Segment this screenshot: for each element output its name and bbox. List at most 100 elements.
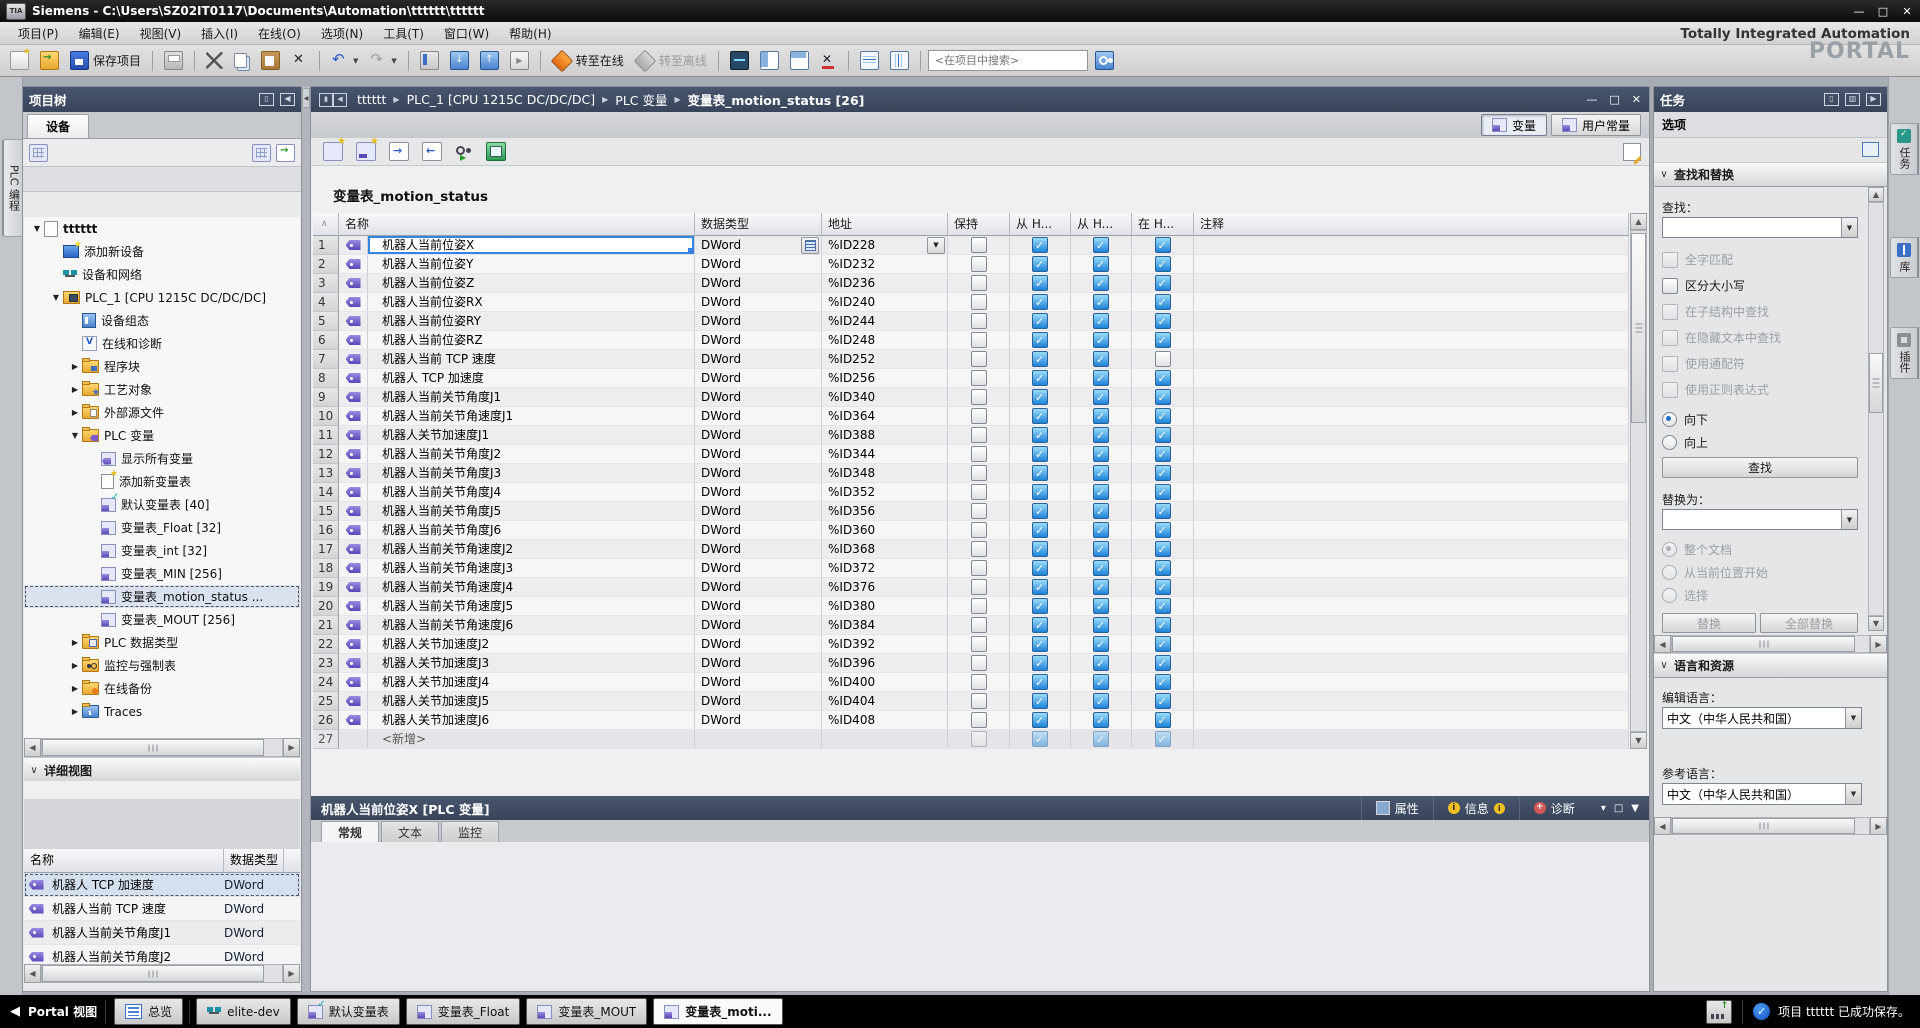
comment-cell[interactable] xyxy=(1194,350,1629,369)
from-hmi-checkbox[interactable] xyxy=(1032,674,1048,690)
address-cell[interactable]: %ID240 xyxy=(822,293,948,312)
breadcrumb-item-1[interactable]: PLC_1 [CPU 1215C DC/DC/DC] xyxy=(407,92,596,107)
from-hmi-2-checkbox[interactable] xyxy=(1093,256,1109,272)
taskbar-button-3[interactable]: 变量表_Float xyxy=(406,998,521,1025)
tree-item-2[interactable]: 设备和网络 xyxy=(24,263,300,286)
tag-name-cell[interactable]: 机器人当前 TCP 速度 xyxy=(368,350,695,369)
tree-item-14[interactable]: 变量表_int [32] xyxy=(24,539,300,562)
table-row[interactable]: 8机器人 TCP 加速度DWord%ID256 xyxy=(313,369,1629,388)
from-hmi-checkbox[interactable] xyxy=(1032,655,1048,671)
editor-close-icon[interactable]: ✕ xyxy=(1632,93,1641,106)
retain-checkbox[interactable] xyxy=(971,731,987,747)
datatype-cell[interactable]: DWord xyxy=(695,369,822,388)
address-cell[interactable]: %ID248 xyxy=(822,331,948,350)
tag-name-cell[interactable]: 机器人当前关节角度J5 xyxy=(368,502,695,521)
in-hmi-checkbox[interactable] xyxy=(1155,655,1171,671)
retain-checkbox[interactable] xyxy=(971,427,987,443)
tree-item-13[interactable]: 变量表_Float [32] xyxy=(24,516,300,539)
datatype-cell[interactable]: DWord xyxy=(695,388,822,407)
reference-language-select[interactable]: 中文（中华人民共和国） ▼ xyxy=(1662,783,1862,805)
tree-item-4[interactable]: 设备组态 xyxy=(24,309,300,332)
tag-name-cell[interactable]: 机器人当前关节角速度J2 xyxy=(368,540,695,559)
tree-item-18[interactable]: ▶PLC 数据类型 xyxy=(24,631,300,654)
tree-item-21[interactable]: ▶Traces xyxy=(24,700,300,723)
show-properties-icon[interactable] xyxy=(1706,1000,1732,1024)
in-hmi-checkbox[interactable] xyxy=(1155,370,1171,386)
scroll-left-icon[interactable]: ◀ xyxy=(24,738,41,757)
datatype-cell[interactable]: DWord xyxy=(695,521,822,540)
portal-view-button[interactable]: ◀ Portal 视图 xyxy=(10,1003,97,1020)
open-project-button[interactable] xyxy=(36,48,63,73)
editor-float-icon[interactable]: □ xyxy=(1609,93,1619,106)
tree-view-icon[interactable] xyxy=(29,144,48,162)
from-hmi-2-checkbox[interactable] xyxy=(1093,598,1109,614)
go-offline-button[interactable]: 转至离线 xyxy=(631,49,711,73)
from-hmi-2-checkbox[interactable] xyxy=(1093,313,1109,329)
address-cell[interactable]: %ID356 xyxy=(822,502,948,521)
retain-checkbox[interactable] xyxy=(971,636,987,652)
comment-cell[interactable] xyxy=(1194,293,1629,312)
table-row[interactable]: 13机器人当前关节角度J3DWord%ID348 xyxy=(313,464,1629,483)
breadcrumb-item-0[interactable]: tttttt xyxy=(357,92,386,107)
table-row[interactable]: 25机器人关节加速度J5DWord%ID404 xyxy=(313,692,1629,711)
from-hmi-checkbox[interactable] xyxy=(1032,465,1048,481)
cut-button[interactable] xyxy=(202,49,227,72)
editor-collapse-icon[interactable]: ◀ xyxy=(333,93,347,107)
tree-item-0[interactable]: ▼tttttt xyxy=(24,217,300,240)
address-cell[interactable]: %ID228▼ xyxy=(822,236,948,255)
scroll-up-icon[interactable]: ▲ xyxy=(1630,213,1647,230)
comment-cell[interactable] xyxy=(1194,236,1629,255)
menu-item-6[interactable]: 工具(T) xyxy=(373,23,434,44)
compile-button[interactable] xyxy=(416,48,443,73)
datatype-cell[interactable]: DWord xyxy=(695,293,822,312)
tab-devices[interactable]: 设备 xyxy=(27,114,89,138)
save-button[interactable]: 保存项目 xyxy=(66,48,145,73)
tree-item-16[interactable]: 变量表_motion_status ... xyxy=(24,585,300,608)
datatype-cell[interactable]: DWord xyxy=(695,255,822,274)
from-hmi-2-checkbox[interactable] xyxy=(1093,579,1109,595)
tree-item-6[interactable]: ▶程序块 xyxy=(24,355,300,378)
from-hmi-checkbox[interactable] xyxy=(1032,313,1048,329)
tree-item-20[interactable]: ▶在线备份 xyxy=(24,677,300,700)
comment-cell[interactable] xyxy=(1194,654,1629,673)
grid-vscrollbar[interactable]: ▲ ▼ xyxy=(1630,213,1647,749)
tag-name-cell[interactable]: 机器人当前位姿RY xyxy=(368,312,695,331)
col-datatype[interactable]: 数据类型 xyxy=(695,213,822,236)
comment-cell[interactable] xyxy=(1194,255,1629,274)
grid-corner[interactable]: ∧ xyxy=(313,213,339,236)
redo-button[interactable]: ▼ xyxy=(365,49,400,72)
comment-cell[interactable] xyxy=(1194,426,1629,445)
table-row[interactable]: 24机器人关节加速度J4DWord%ID400 xyxy=(313,673,1629,692)
languages-hscrollbar[interactable]: ◀ ▶ xyxy=(1654,817,1887,835)
tag-name-cell[interactable]: 机器人当前关节角度J2 xyxy=(368,445,695,464)
tag-name-cell[interactable]: 机器人关节加速度J1 xyxy=(368,426,695,445)
scroll-left-icon[interactable]: ◀ xyxy=(1654,635,1671,653)
tasks-hscrollbar[interactable]: ◀ ▶ xyxy=(1654,635,1887,653)
datatype-cell[interactable]: DWord xyxy=(695,597,822,616)
taskbar-button-0[interactable]: 总览 xyxy=(114,998,183,1025)
from-hmi-2-checkbox[interactable] xyxy=(1093,693,1109,709)
chevron-collapsed-icon[interactable]: ▶ xyxy=(68,707,82,716)
col-name[interactable]: 名称 xyxy=(339,213,695,236)
retain-checkbox[interactable] xyxy=(971,332,987,348)
comment-cell[interactable] xyxy=(1194,559,1629,578)
retain-checkbox[interactable] xyxy=(971,712,987,728)
tree-item-11[interactable]: 添加新变量表 xyxy=(24,470,300,493)
menu-item-2[interactable]: 视图(V) xyxy=(130,23,192,44)
delete-button[interactable] xyxy=(287,49,312,72)
tree-item-15[interactable]: 变量表_MIN [256] xyxy=(24,562,300,585)
retain-checkbox[interactable] xyxy=(971,522,987,538)
tag-name-cell[interactable]: 机器人当前位姿Z xyxy=(368,274,695,293)
tag-name-editbox[interactable]: 机器人当前位姿X xyxy=(368,236,694,254)
insert-row-button[interactable] xyxy=(352,139,380,164)
datatype-cell[interactable]: DWord xyxy=(695,350,822,369)
from-hmi-2-checkbox[interactable] xyxy=(1093,503,1109,519)
editor-dock-icon[interactable]: ▮ xyxy=(319,93,333,107)
inspector-expand-icon[interactable]: ▾ xyxy=(1601,803,1606,814)
from-hmi-2-checkbox[interactable] xyxy=(1093,446,1109,462)
datatype-cell[interactable]: DWord xyxy=(695,559,822,578)
address-cell[interactable]: %ID236 xyxy=(822,274,948,293)
address-cell[interactable]: %ID244 xyxy=(822,312,948,331)
address-cell[interactable]: %ID364 xyxy=(822,407,948,426)
menu-item-7[interactable]: 窗口(W) xyxy=(434,23,499,44)
